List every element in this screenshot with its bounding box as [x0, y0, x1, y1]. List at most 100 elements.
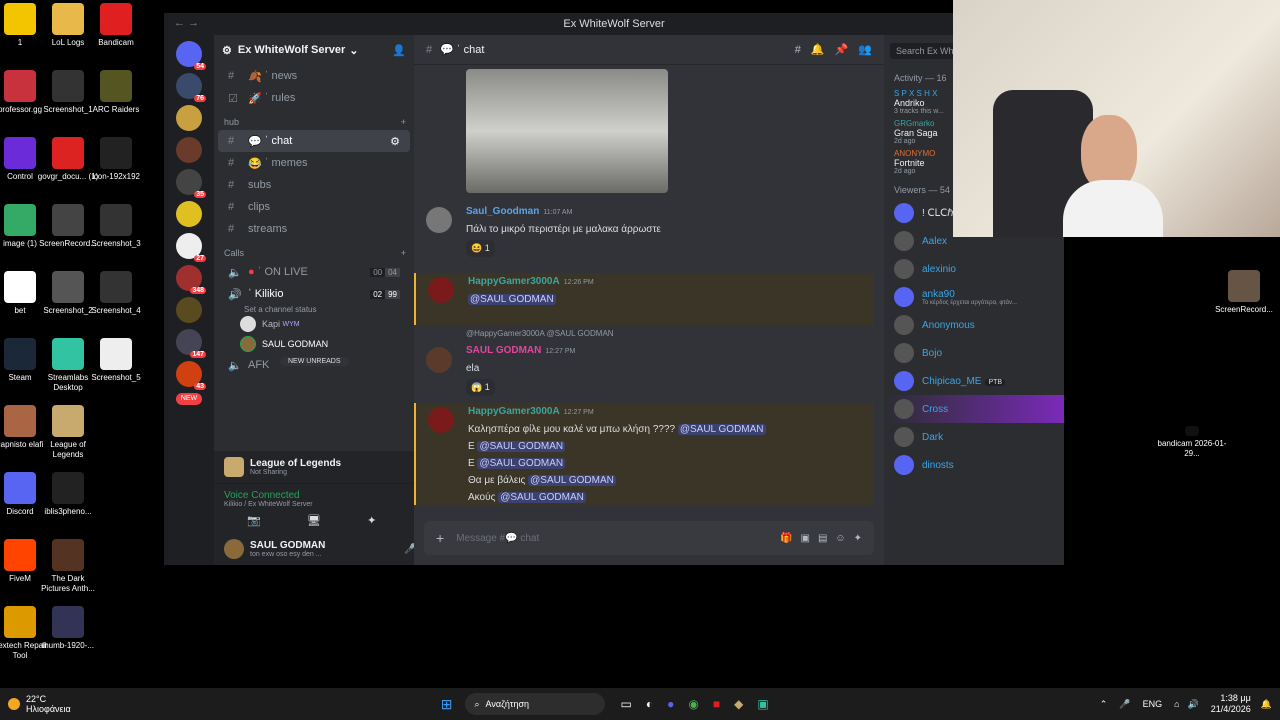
- voice-user[interactable]: Kapi WYM: [214, 314, 414, 334]
- chat-area: # 💬 ˈ chat # 🔔 📌 👥 Saul_Goodman 11:07 AM Π…: [414, 35, 884, 565]
- plus-icon[interactable]: +: [401, 248, 406, 258]
- new-badge[interactable]: NEW: [176, 393, 202, 405]
- apps-icon[interactable]: ✦: [854, 533, 862, 544]
- voice-channel-on-live[interactable]: 🔈 ● ˈ ON LIVE 00 04: [218, 261, 410, 283]
- server-icon[interactable]: 27: [176, 233, 206, 262]
- steam-icon[interactable]: ◐: [646, 697, 653, 711]
- discord-taskbar-icon[interactable]: ●: [667, 697, 674, 711]
- avatar[interactable]: [224, 539, 244, 559]
- server-icon[interactable]: [176, 105, 202, 131]
- windows-start-icon[interactable]: ⊞: [441, 696, 453, 713]
- channel-memes[interactable]: # 😂 ˈ memes: [218, 152, 410, 174]
- gear-icon[interactable]: ⚙: [390, 135, 400, 148]
- channel-status[interactable]: Set a channel status: [214, 305, 414, 314]
- channel-streams[interactable]: # streams: [218, 218, 410, 240]
- server-icon[interactable]: [176, 297, 202, 323]
- avatar[interactable]: [428, 407, 454, 433]
- server-icon[interactable]: [176, 201, 202, 227]
- server-icon[interactable]: 76: [176, 73, 206, 102]
- avatar[interactable]: [428, 277, 454, 303]
- new-unreads-button[interactable]: NEW UNREADS: [280, 357, 349, 366]
- voice-channel-afk[interactable]: 🔈 AFK NEW UNREADS: [218, 354, 410, 376]
- desktop-icon[interactable]: thumb-1920-...: [36, 606, 100, 651]
- gift-icon[interactable]: 🎁: [780, 533, 792, 544]
- search-bar[interactable]: ⌕ Αναζήτηση: [464, 693, 605, 715]
- activity-icon[interactable]: ✦: [367, 514, 376, 527]
- member-item[interactable]: Cross: [884, 395, 1064, 423]
- desktop-icon[interactable]: Screenshot_3: [84, 204, 148, 249]
- server-icon[interactable]: 348: [176, 265, 206, 294]
- server-icon: ⚙: [222, 44, 232, 57]
- language-indicator[interactable]: ENG: [1143, 699, 1163, 709]
- clock[interactable]: 1:38 μμ 21/4/2026: [1211, 693, 1251, 715]
- bandicam-taskbar-icon[interactable]: ■: [713, 697, 720, 711]
- desktop-icon[interactable]: iblis3pheno...: [36, 472, 100, 517]
- server-icon[interactable]: 35: [176, 169, 206, 198]
- avatar[interactable]: [426, 347, 452, 373]
- chevron-up-icon[interactable]: ⌃: [1100, 699, 1108, 710]
- member-item[interactable]: Anonymous: [884, 311, 1064, 339]
- members-icon[interactable]: 👥: [858, 43, 872, 56]
- reply-reference[interactable]: @HappyGamer3000A @SAUL GODMAN: [466, 325, 874, 342]
- bell-icon[interactable]: 🔔: [811, 43, 825, 56]
- cat-image[interactable]: [466, 69, 668, 193]
- member-item[interactable]: dinosts: [884, 451, 1064, 479]
- pin-icon[interactable]: 📌: [835, 43, 849, 56]
- category-hub[interactable]: hub +: [214, 109, 414, 130]
- member-item[interactable]: Dark: [884, 423, 1064, 451]
- message: @HappyGamer3000A @SAUL GODMAN SAUL GODMA…: [414, 325, 874, 396]
- notification-icon[interactable]: 🔔: [1261, 699, 1272, 710]
- league-icon: [224, 457, 244, 477]
- desktop-icon[interactable]: icon-192x192: [84, 137, 148, 182]
- server-header[interactable]: ⚙ Ex WhiteWolf Server ⌄ 👤: [214, 35, 414, 65]
- member-item[interactable]: alexinio: [884, 255, 1064, 283]
- streamlabs-taskbar-icon[interactable]: ▣: [757, 697, 768, 711]
- network-icon[interactable]: ⌂: [1174, 699, 1179, 709]
- channel-rules[interactable]: ☑ 🚀 ˈ rules: [218, 87, 410, 109]
- server-icon[interactable]: [176, 137, 202, 163]
- desktop-icon[interactable]: ScreenRecord...: [1212, 270, 1276, 315]
- threads-icon[interactable]: #: [795, 44, 801, 56]
- gif-icon[interactable]: ▣: [800, 533, 809, 544]
- plus-icon[interactable]: +: [401, 117, 406, 127]
- desktop-icon[interactable]: Bandicam: [84, 3, 148, 48]
- add-member-icon[interactable]: 👤: [392, 44, 406, 57]
- home-icon[interactable]: 54: [176, 41, 206, 70]
- channel-clips[interactable]: # clips: [218, 196, 410, 218]
- reaction[interactable]: 😆 1: [466, 240, 495, 257]
- reaction[interactable]: 😱 1: [466, 379, 495, 396]
- voice-user[interactable]: SAUL GODMAN: [214, 334, 414, 354]
- member-item[interactable]: Bojo: [884, 339, 1064, 367]
- desktop-icon[interactable]: Screenshot_4: [84, 271, 148, 316]
- microphone-tray-icon[interactable]: 🎤: [1119, 699, 1130, 710]
- voice-channel-kilikio[interactable]: 🔊 ˈ Kilikio 02 99: [218, 283, 410, 305]
- weather-widget[interactable]: 22°C Ηλιοφάνεια: [26, 694, 71, 714]
- sticker-icon[interactable]: ▤: [818, 533, 827, 544]
- camera-icon[interactable]: 📷: [247, 514, 261, 527]
- channel-news[interactable]: # 🍂 ˈ news: [218, 65, 410, 87]
- desktop-icon[interactable]: bandicam 2026-01-29...: [1156, 426, 1228, 459]
- speaker-icon: 🔈: [228, 266, 242, 279]
- task-view-icon[interactable]: ▭: [621, 697, 632, 711]
- desktop-icon[interactable]: ARC Raiders: [84, 70, 148, 115]
- channel-chat[interactable]: # 💬 ˈ chat ⚙: [218, 130, 410, 152]
- server-icon[interactable]: 43: [176, 361, 206, 390]
- back-forward-icon[interactable]: ← →: [174, 17, 199, 29]
- screen-share-icon[interactable]: 🖥: [307, 514, 321, 527]
- volume-icon[interactable]: 🔊: [1188, 699, 1199, 710]
- desktop-icon[interactable]: League of Legends: [36, 405, 100, 460]
- category-calls[interactable]: Calls +: [214, 240, 414, 261]
- chrome-icon[interactable]: ◉: [688, 697, 698, 711]
- message-composer[interactable]: + Message #💬 chat 🎁 ▣ ▤ ☺ ✦: [424, 521, 874, 555]
- desktop-icon[interactable]: Screenshot_5: [84, 338, 148, 383]
- plus-icon[interactable]: +: [436, 530, 444, 546]
- member-item[interactable]: anka90 Το κέρδος έρχεται αργότερα, φτάν..…: [884, 283, 1064, 311]
- speaker-icon: 🔊: [228, 288, 242, 301]
- league-taskbar-icon[interactable]: ◆: [734, 697, 743, 711]
- desktop-icon[interactable]: The Dark Pictures Anth...: [36, 539, 100, 594]
- channel-subs[interactable]: # subs: [218, 174, 410, 196]
- member-item[interactable]: Chipicao_ME PTB: [884, 367, 1064, 395]
- avatar[interactable]: [426, 207, 452, 233]
- server-icon[interactable]: 147: [176, 329, 206, 358]
- emoji-icon[interactable]: ☺: [835, 533, 845, 544]
